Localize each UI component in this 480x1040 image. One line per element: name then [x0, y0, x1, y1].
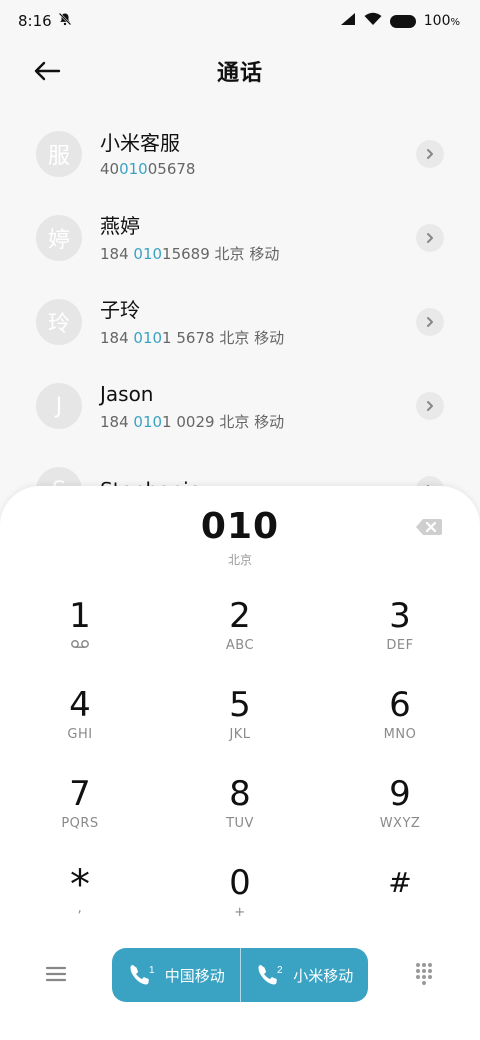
dialed-number-location: 北京: [227, 553, 252, 567]
voicemail-icon: [71, 640, 89, 648]
dial-display: 010 北京: [0, 506, 480, 568]
status-left: 8:16: [18, 12, 72, 30]
key-hash[interactable]: #: [320, 863, 480, 952]
chevron-right-icon: [427, 233, 433, 243]
back-button[interactable]: [30, 54, 64, 88]
contact-number: 184 0101 5678 北京 移动: [100, 328, 285, 347]
key-9[interactable]: 9 WXYZ: [320, 774, 480, 863]
keypad-icon: [416, 963, 432, 985]
key-7[interactable]: 7 PQRS: [0, 774, 160, 863]
key-4[interactable]: 4 GHI: [0, 685, 160, 774]
call-sim1-button[interactable]: 1 中国移动: [112, 948, 240, 1002]
bottom-action-bar: 1 中国移动 2 小米移动: [0, 946, 480, 1002]
contact-info: 子玲 184 0101 5678 北京 移动: [100, 297, 444, 348]
contact-item[interactable]: J Jason 184 0101 0029 北京 移动: [0, 364, 480, 448]
status-bar: 8:16 100%: [0, 0, 480, 42]
avatar: J: [36, 383, 82, 429]
avatar: 服: [36, 131, 82, 177]
chevron-right-icon: [427, 149, 433, 159]
contact-list: 服 小米客服 4001005678 婷 燕婷 184 01015689 北京 移…: [0, 112, 480, 532]
wifi-icon: [364, 12, 382, 30]
contact-detail-button[interactable]: [416, 224, 444, 252]
contact-detail-button[interactable]: [416, 308, 444, 336]
svg-text:1: 1: [149, 965, 155, 976]
key-6[interactable]: 6 MNO: [320, 685, 480, 774]
key-3[interactable]: 3 DEF: [320, 596, 480, 685]
contact-item[interactable]: 婷 燕婷 184 01015689 北京 移动: [0, 196, 480, 280]
key-0[interactable]: 0 +: [160, 863, 320, 952]
backspace-icon: [416, 519, 442, 535]
contact-item[interactable]: 服 小米客服 4001005678: [0, 112, 480, 196]
chevron-right-icon: [427, 401, 433, 411]
key-star[interactable]: * ,: [0, 863, 160, 952]
key-1[interactable]: 1: [0, 596, 160, 685]
call-sim1-label: 中国移动: [164, 966, 225, 985]
avatar: 玲: [36, 299, 82, 345]
avatar: 婷: [36, 215, 82, 261]
contact-info: 小米客服 4001005678: [100, 130, 444, 178]
menu-icon: [45, 966, 67, 982]
contact-number: 184 01015689 北京 移动: [100, 244, 280, 263]
status-right: 100%: [340, 12, 460, 30]
menu-button[interactable]: [42, 960, 70, 988]
svg-text:2: 2: [277, 965, 283, 976]
status-time: 8:16: [18, 12, 52, 30]
contact-detail-button[interactable]: [416, 140, 444, 168]
contact-name: 小米客服: [100, 131, 180, 155]
signal-icon: [340, 12, 356, 30]
key-2[interactable]: 2 ABC: [160, 596, 320, 685]
phone-icon: 2: [258, 965, 283, 985]
battery-icon: [389, 14, 416, 28]
keypad-toggle-button[interactable]: [414, 962, 434, 986]
page-title: 通话: [216, 61, 263, 86]
contact-name: 燕婷: [100, 213, 140, 238]
back-arrow-icon: [34, 61, 61, 81]
call-sim2-label: 小米移动: [293, 966, 354, 985]
key-5[interactable]: 5 JKL: [160, 685, 320, 774]
contact-item[interactable]: 玲 子玲 184 0101 5678 北京 移动: [0, 280, 480, 364]
contact-info: Jason 184 0101 0029 北京 移动: [100, 381, 444, 432]
keypad-grid: 1 2 ABC 3 DEF 4 GHI 5 JKL 6 MNO 7 PQRS 8…: [0, 596, 480, 952]
contact-number: 184 0101 0029 北京 移动: [100, 412, 285, 431]
contact-number: 4001005678: [100, 160, 196, 178]
call-sim2-button[interactable]: 2 小米移动: [241, 948, 369, 1002]
key-8[interactable]: 8 TUV: [160, 774, 320, 863]
header: 通话: [0, 42, 480, 100]
backspace-button[interactable]: [414, 516, 444, 538]
call-button-group: 1 中国移动 2 小米移动: [112, 948, 368, 1002]
phone-icon: 1: [130, 965, 155, 985]
chevron-right-icon: [427, 317, 433, 327]
bell-off-icon: [58, 12, 72, 30]
contact-name: 子玲: [100, 297, 140, 322]
contact-info: 燕婷 184 01015689 北京 移动: [100, 213, 444, 264]
contact-name: Jason: [100, 381, 154, 406]
battery-level: 100: [423, 13, 451, 29]
dialed-number[interactable]: 010: [0, 506, 480, 547]
contact-detail-button[interactable]: [416, 392, 444, 420]
